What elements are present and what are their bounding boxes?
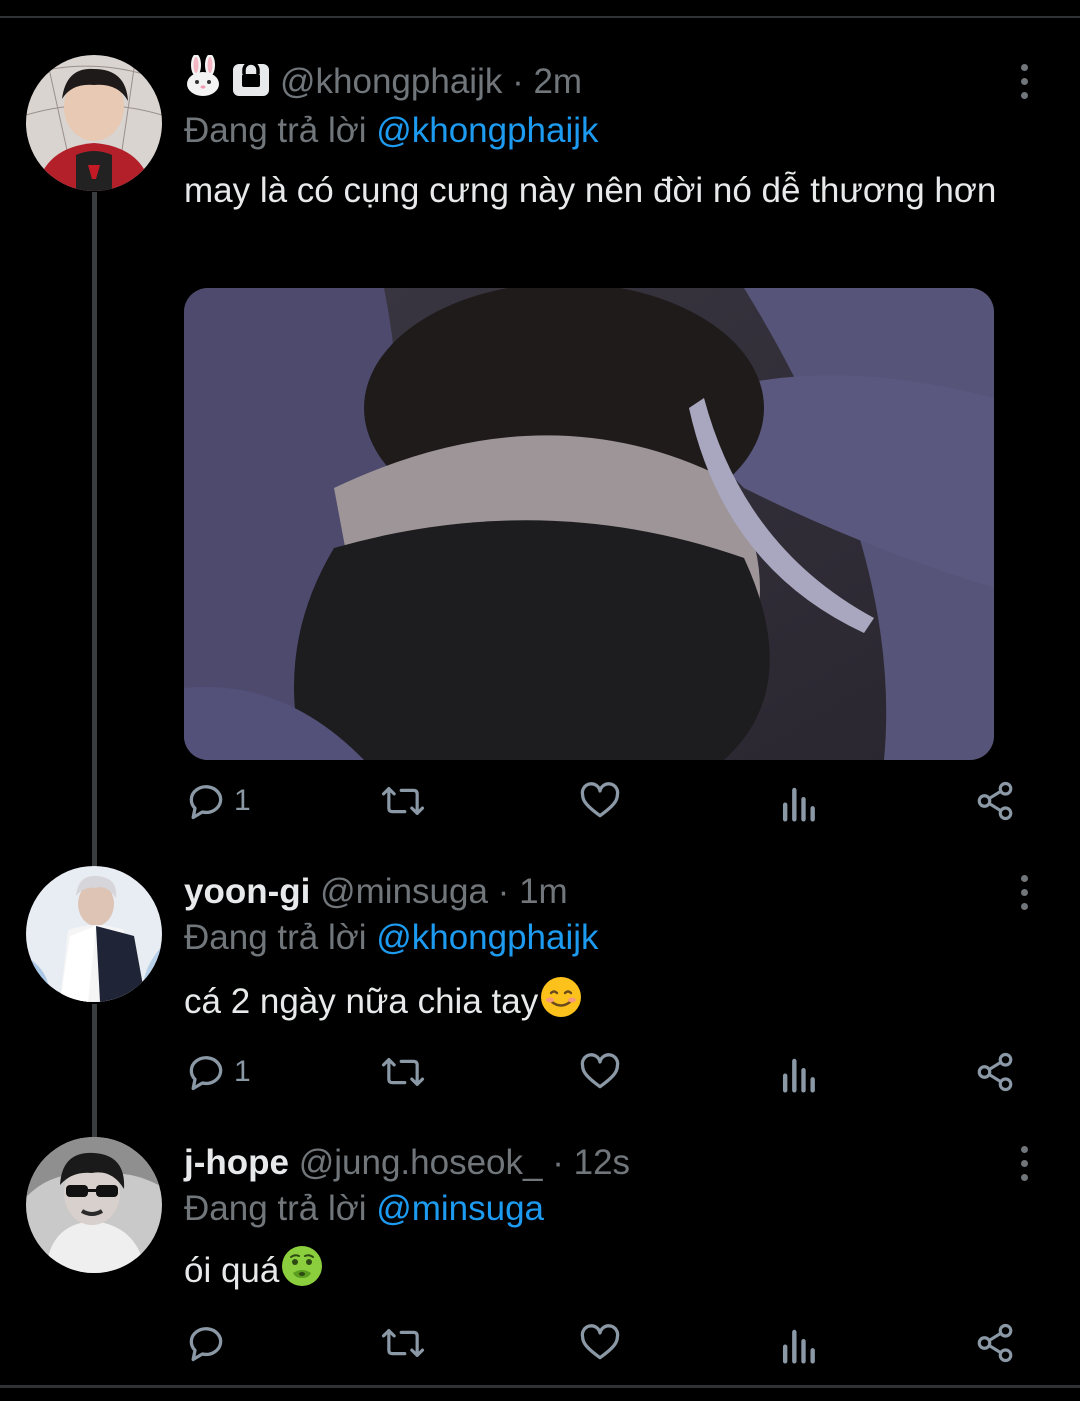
bar-chart-icon <box>778 1050 818 1094</box>
separator-dot: · <box>512 61 524 101</box>
replying-mention[interactable]: @khongphaijk <box>376 918 598 957</box>
media-image <box>184 288 994 760</box>
more-options-icon[interactable] <box>1006 862 1042 922</box>
analytics-button[interactable] <box>778 773 818 829</box>
heart-icon <box>578 1321 622 1365</box>
share-button[interactable] <box>974 1044 1016 1100</box>
share-icon <box>974 1050 1016 1094</box>
reply-count: 1 <box>234 1055 251 1088</box>
avatar[interactable] <box>26 1137 162 1273</box>
separator-dot: · <box>497 872 510 911</box>
tweet-text: cá 2 ngày nữa chia tay <box>184 981 539 1021</box>
tweet-actions: 1 <box>184 1044 1034 1100</box>
tweet-text: may là có cụng cưng này nên đời nó dễ th… <box>184 171 997 210</box>
replying-to: Đang trả lời @khongphaijk <box>184 105 599 157</box>
replying-mention[interactable]: @khongphaijk <box>376 111 598 150</box>
replying-to: Đang trả lời @khongphaijk <box>184 912 599 964</box>
display-name[interactable]: j-hope <box>184 1143 289 1182</box>
avatar[interactable] <box>26 55 162 191</box>
share-button[interactable] <box>974 773 1016 829</box>
avatar-image <box>26 866 162 1002</box>
thread-line <box>92 192 97 872</box>
retweet-icon <box>380 1321 426 1365</box>
retweet-button[interactable] <box>380 773 426 829</box>
username[interactable]: @jung.hoseok_ <box>299 1143 543 1182</box>
like-button[interactable] <box>578 1315 622 1371</box>
reply-icon <box>184 1321 228 1365</box>
like-button[interactable] <box>578 1044 622 1100</box>
replying-prefix: Đang trả lời <box>184 918 367 957</box>
share-icon <box>974 1321 1016 1365</box>
tweet-header: @khongphaijk · 2m <box>184 54 582 107</box>
timestamp[interactable]: 1m <box>519 872 568 911</box>
bar-chart-icon <box>778 779 818 823</box>
tweet-actions: 1 <box>184 773 1034 829</box>
tweet-text: ói quá <box>184 1250 280 1290</box>
top-divider <box>0 16 1080 18</box>
tweet-actions <box>184 1315 1034 1371</box>
retweet-button[interactable] <box>380 1315 426 1371</box>
retweet-icon <box>380 779 426 823</box>
share-icon <box>974 779 1016 823</box>
timestamp[interactable]: 2m <box>533 62 582 101</box>
thread-line <box>92 1004 97 1144</box>
reply-button[interactable]: 1 <box>184 773 251 829</box>
tweet-text-row: ói quá <box>184 1245 1004 1300</box>
tweet-text-row: cá 2 ngày nữa chia tay <box>184 976 1004 1031</box>
avatar[interactable] <box>26 866 162 1002</box>
retweet-button[interactable] <box>380 1044 426 1100</box>
analytics-button[interactable] <box>778 1315 818 1371</box>
replying-to: Đang trả lời @minsuga <box>184 1183 544 1235</box>
like-button[interactable] <box>578 773 622 829</box>
avatar-image <box>26 1137 162 1273</box>
username[interactable]: @minsuga <box>320 872 488 911</box>
reply-icon <box>184 779 228 823</box>
replying-prefix: Đang trả lời <box>184 111 367 150</box>
tweet-header: j-hope @jung.hoseok_ · 12s <box>184 1137 630 1189</box>
username[interactable]: @khongphaijk <box>280 62 502 101</box>
bar-chart-icon <box>778 1321 818 1365</box>
heart-icon <box>578 1050 622 1094</box>
replying-mention[interactable]: @minsuga <box>376 1189 544 1228</box>
analytics-button[interactable] <box>778 1044 818 1100</box>
display-name[interactable]: yoon-gi <box>184 872 310 911</box>
lock-icon <box>232 56 270 111</box>
reply-icon <box>184 1050 228 1094</box>
more-options-icon[interactable] <box>1006 51 1042 111</box>
reply-button[interactable]: 1 <box>184 1044 251 1100</box>
replying-prefix: Đang trả lời <box>184 1189 367 1228</box>
more-options-icon[interactable] <box>1006 1133 1042 1193</box>
heart-icon <box>578 779 622 823</box>
timestamp[interactable]: 12s <box>574 1143 630 1182</box>
smiling-face-icon <box>540 976 582 1031</box>
tweet-header: yoon-gi @minsuga · 1m <box>184 866 568 918</box>
tweet-media[interactable] <box>184 288 994 760</box>
retweet-icon <box>380 1050 426 1094</box>
nauseated-face-icon <box>281 1245 323 1300</box>
rabbit-face-icon <box>184 54 222 112</box>
reply-button[interactable] <box>184 1315 234 1371</box>
reply-count: 1 <box>234 784 251 817</box>
separator-dot: · <box>552 1143 564 1182</box>
avatar-image <box>26 55 162 191</box>
bottom-divider <box>0 1385 1080 1388</box>
share-button[interactable] <box>974 1315 1016 1371</box>
